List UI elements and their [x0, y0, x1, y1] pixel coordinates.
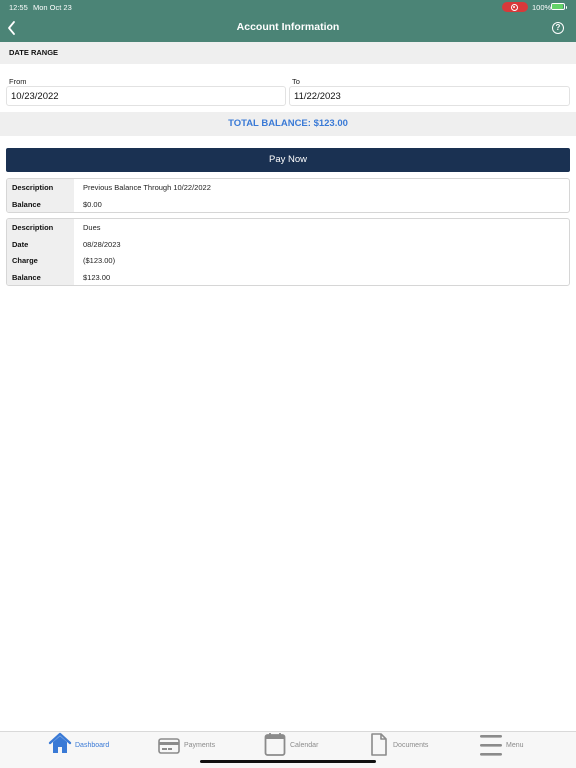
row-label: Description	[7, 179, 74, 196]
tab-documents[interactable]: Documents	[370, 732, 440, 760]
row-value: $123.00	[83, 272, 111, 282]
transaction-card: Description Previous Balance Through 10/…	[6, 178, 570, 213]
battery-icon	[551, 3, 567, 10]
transaction-row: Date 08/28/2023	[7, 235, 569, 252]
row-label: Balance	[7, 195, 74, 212]
tab-calendar[interactable]: Calendar	[264, 732, 334, 760]
row-value: Previous Balance Through 10/22/2022	[83, 183, 211, 192]
date-range-label: DATE RANGE	[9, 48, 59, 57]
tab-menu[interactable]: Menu	[480, 732, 540, 760]
to-date-field[interactable]: 11/22/2023	[289, 86, 570, 106]
transaction-card: Description Dues Date 08/28/2023 Charge …	[6, 218, 570, 286]
document-icon	[371, 733, 387, 756]
hamburger-menu-icon	[480, 735, 502, 756]
screen-recording-indicator[interactable]	[502, 2, 528, 12]
from-date-field[interactable]: 10/23/2022	[6, 86, 286, 106]
row-label: Balance	[7, 268, 74, 285]
battery-percentage: 100%	[532, 3, 552, 12]
row-value: 08/28/2023	[83, 239, 121, 249]
pay-now-button[interactable]: Pay Now	[6, 148, 570, 172]
tab-label: Calendar	[290, 742, 319, 749]
home-icon	[48, 732, 72, 753]
row-value: Dues	[83, 223, 101, 232]
transaction-row: Balance $0.00	[7, 195, 569, 212]
date-range-header	[0, 42, 576, 64]
total-balance: TOTAL BALANCE: $123.00	[228, 118, 348, 129]
help-button[interactable]: ?	[552, 22, 564, 34]
credit-card-icon	[158, 738, 180, 754]
transaction-row: Description Dues	[7, 219, 569, 236]
row-value: ($123.00)	[83, 256, 116, 265]
calendar-icon	[264, 733, 286, 756]
tab-label: Menu	[506, 742, 524, 749]
tab-payments[interactable]: Payments	[158, 732, 228, 760]
row-label: Date	[7, 235, 74, 252]
status-date: Mon Oct 23	[33, 3, 72, 12]
tab-label: Payments	[184, 742, 216, 749]
page-title: Account Information	[236, 21, 340, 33]
row-label: Description	[7, 219, 74, 236]
transaction-row: Charge ($123.00)	[7, 252, 569, 269]
transaction-row: Description Previous Balance Through 10/…	[7, 179, 569, 196]
tab-label: Documents	[393, 742, 429, 749]
from-label: From	[9, 77, 27, 86]
row-label: Charge	[7, 252, 74, 269]
tab-dashboard[interactable]: Dashboard	[48, 732, 118, 760]
tab-label: Dashboard	[75, 742, 110, 749]
record-icon	[511, 3, 518, 11]
to-label: To	[292, 77, 300, 86]
transaction-row: Balance $123.00	[7, 268, 569, 285]
question-circle-icon: ?	[555, 23, 561, 32]
row-value: $0.00	[83, 199, 102, 209]
home-indicator[interactable]	[200, 760, 376, 763]
status-time: 12:55	[9, 3, 28, 12]
